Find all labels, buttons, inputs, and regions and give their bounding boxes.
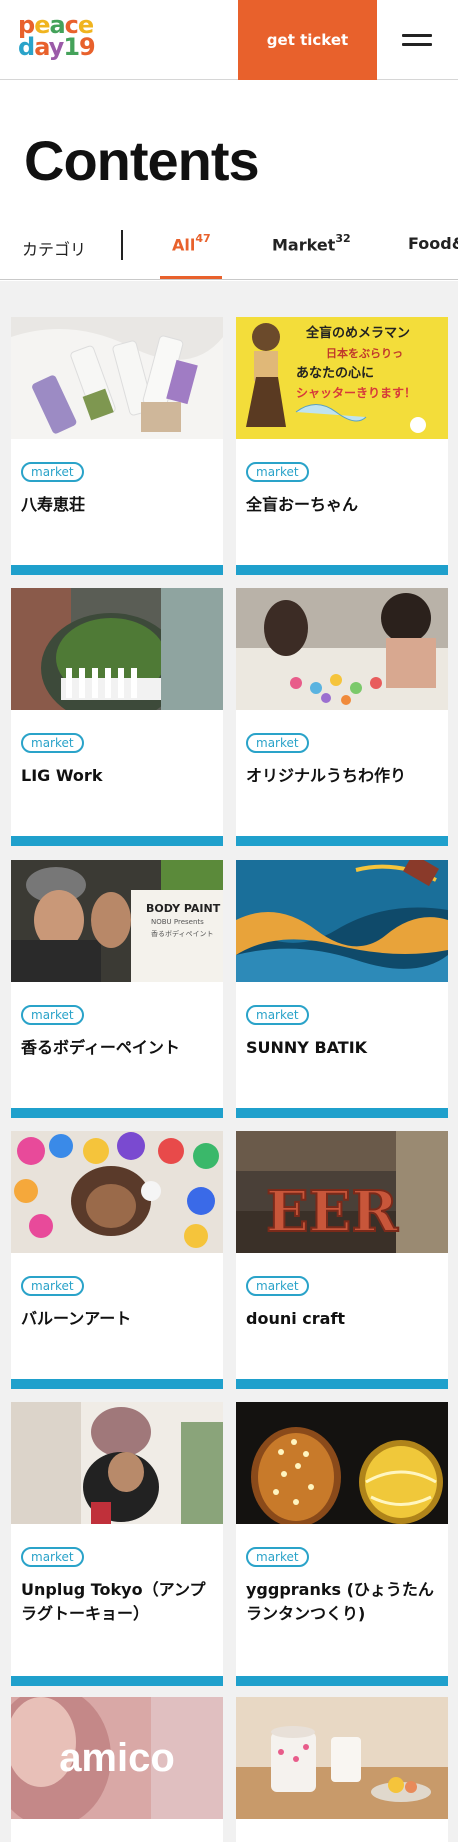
card-thumbnail (11, 1131, 223, 1253)
card-thumbnail (236, 1402, 448, 1524)
card-accent-bar (236, 1108, 448, 1118)
tag-badge: market (21, 462, 84, 482)
tab-market-label: Market (272, 235, 336, 255)
card-accent-bar (236, 1676, 448, 1686)
menu-bar (402, 34, 432, 37)
content-card[interactable]: market 八寿恵荘 (11, 317, 223, 575)
card-thumbnail (11, 588, 223, 710)
logo-letter: y (48, 33, 65, 61)
tag-badge: market (246, 1276, 309, 1296)
thumb-text: EER (266, 1179, 398, 1245)
thumb-text: 全盲のめメラマン (305, 325, 410, 341)
peace-day-logo[interactable]: peace day19 (18, 13, 108, 66)
card-title: Unplug Tokyo（アンプラグトーキョー） (21, 1580, 206, 1623)
tag-badge: market (21, 733, 84, 753)
content-card[interactable]: amico (11, 1697, 223, 1842)
content-card[interactable]: market Unplug Tokyo（アンプラグトーキョー） (11, 1402, 223, 1686)
logo-letter: d (18, 33, 35, 61)
content-card[interactable]: market オリジナルうちわ作り (236, 588, 448, 846)
thumb-text: あなたの心に (296, 366, 374, 381)
card-title: オリジナルうちわ作り (246, 766, 407, 785)
card-accent-bar (11, 1108, 223, 1118)
tab-food-label: Food& (408, 234, 458, 253)
card-accent-bar (236, 836, 448, 846)
card-accent-bar (11, 565, 223, 575)
card-accent-bar (11, 836, 223, 846)
content-card[interactable]: market yggpranks (ひょうたんランタンつくり) (236, 1402, 448, 1686)
category-label: カテゴリ (22, 240, 87, 259)
tab-all-label: All (172, 235, 196, 255)
tag-badge: market (21, 1547, 84, 1567)
content-card[interactable]: 全盲のめメラマン 日本をぶらりっ あなたの心に シャッターきります！ marke… (236, 317, 448, 575)
tab-market[interactable]: Market32 (272, 232, 351, 255)
page-title: Contents (24, 129, 260, 192)
content-card[interactable]: market LIG Work (11, 588, 223, 846)
card-title: 全盲おーちゃん (246, 495, 359, 514)
tag-badge: market (246, 1547, 309, 1567)
card-title: douni craft (246, 1309, 346, 1328)
hamburger-icon[interactable] (396, 28, 438, 52)
tab-all[interactable]: All47 (172, 232, 211, 255)
content-card[interactable]: BODY PAINT NOBU Presents 香るボディペイント marke… (11, 860, 223, 1118)
thumb-text: 香るボディペイント (151, 929, 214, 938)
card-thumbnail: amico (11, 1697, 223, 1819)
card-accent-bar (236, 565, 448, 575)
content-card[interactable]: market SUNNY BATIK (236, 860, 448, 1118)
card-thumbnail: 全盲のめメラマン 日本をぶらりっ あなたの心に シャッターきります！ (236, 317, 448, 439)
content-card[interactable]: market バルーンアート (11, 1131, 223, 1389)
card-thumbnail (236, 1697, 448, 1819)
tab-market-count: 32 (335, 232, 351, 245)
thumb-text: シャッターきります！ (296, 386, 416, 400)
content-card[interactable]: EER market douni craft (236, 1131, 448, 1389)
get-ticket-button[interactable]: get ticket (238, 0, 377, 80)
card-accent-bar (11, 1379, 223, 1389)
thumb-text: NOBU Presents (151, 918, 204, 926)
card-title: 香るボディーペイント (21, 1038, 180, 1057)
site-header: peace day19 get ticket (0, 0, 458, 80)
active-tab-indicator (160, 276, 222, 279)
menu-bar (402, 43, 432, 46)
card-accent-bar (11, 1676, 223, 1686)
card-accent-bar (236, 1379, 448, 1389)
card-thumbnail: EER (236, 1131, 448, 1253)
tag-badge: market (21, 1005, 84, 1025)
tab-food[interactable]: Food& (408, 234, 458, 253)
card-thumbnail (11, 317, 223, 439)
logo-letter: 9 (79, 33, 96, 61)
tag-badge: market (246, 462, 309, 482)
card-title: SUNNY BATIK (246, 1038, 368, 1057)
card-thumbnail: BODY PAINT NOBU Presents 香るボディペイント (11, 860, 223, 982)
card-thumbnail (236, 588, 448, 710)
thumb-text: BODY PAINT (146, 902, 221, 915)
category-bar: カテゴリ All47 Market32 Food& (0, 212, 458, 280)
card-thumbnail (236, 860, 448, 982)
card-thumbnail (11, 1402, 223, 1524)
tab-all-count: 47 (195, 232, 211, 245)
card-title: LIG Work (21, 766, 103, 785)
logo-letter: a (34, 33, 50, 61)
tag-badge: market (21, 1276, 84, 1296)
logo-line-2: day19 (18, 33, 108, 61)
card-title: yggpranks (ひょうたんランタンつくり) (246, 1580, 434, 1623)
tag-badge: market (246, 733, 309, 753)
thumb-text: 日本をぶらりっ (326, 346, 403, 360)
content-card[interactable] (236, 1697, 448, 1842)
category-divider (121, 230, 123, 260)
card-title: バルーンアート (21, 1309, 132, 1328)
logo-letter: 1 (63, 33, 80, 61)
tag-badge: market (246, 1005, 309, 1025)
thumb-overlay-text: amico (59, 1735, 175, 1780)
card-title: 八寿恵荘 (21, 495, 86, 514)
